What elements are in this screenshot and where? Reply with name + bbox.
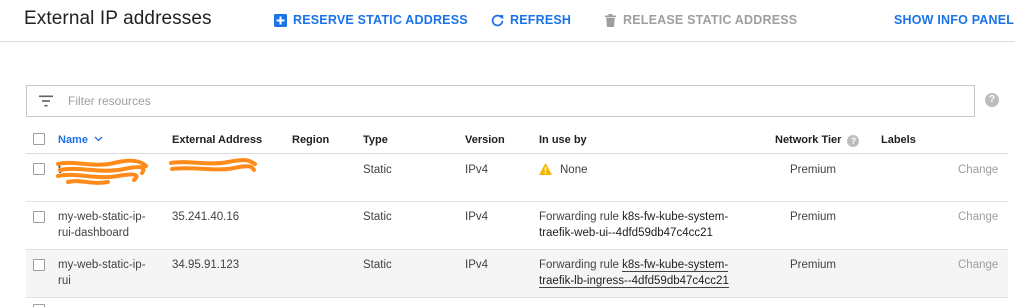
in-use-by-prefix: Forwarding rule bbox=[539, 259, 619, 271]
address-name[interactable]: my-web-static-ip- rui-dashboard bbox=[58, 209, 158, 241]
reserve-static-address-button[interactable]: RESERVE STATIC ADDRESS bbox=[274, 12, 468, 28]
address-name-line-2: rui-dashboard bbox=[58, 227, 129, 239]
filter-bar bbox=[26, 85, 975, 117]
address-version: IPv4 bbox=[465, 164, 489, 176]
column-header-network-tier: Network Tier? bbox=[775, 134, 860, 147]
address-version: IPv4 bbox=[465, 259, 489, 271]
table-row[interactable]: my-web-static-ip- rui 34.95.91.123 Stati… bbox=[26, 250, 1008, 298]
help-icon[interactable]: ? bbox=[847, 135, 860, 147]
refresh-label: REFRESH bbox=[510, 13, 572, 27]
filter-icon bbox=[39, 95, 53, 107]
address-type: Static bbox=[363, 259, 392, 271]
help-icon[interactable]: ? bbox=[985, 93, 999, 107]
plus-box-icon bbox=[274, 13, 287, 27]
page-title: External IP addresses bbox=[24, 8, 212, 29]
trash-icon bbox=[605, 13, 616, 27]
network-tier-label: Network Tier bbox=[775, 134, 842, 146]
warning-icon bbox=[539, 163, 552, 175]
release-static-address-label: RELEASE STATIC ADDRESS bbox=[623, 13, 798, 27]
column-header-labels: Labels bbox=[881, 134, 916, 146]
column-header-name[interactable]: Name bbox=[58, 134, 103, 146]
table-header: Name External Address Region Type Versio… bbox=[26, 125, 1008, 154]
column-header-in-use-by: In use by bbox=[539, 134, 587, 146]
external-address: 35.241.40.16 bbox=[172, 211, 240, 223]
reserve-static-address-label: RESERVE STATIC ADDRESS bbox=[293, 13, 468, 27]
forwarding-rule-link[interactable]: k8s-fw-kube-system- bbox=[622, 259, 729, 272]
toolbar: External IP addresses RESERVE STATIC ADD… bbox=[0, 0, 1015, 42]
address-type: Static bbox=[363, 211, 392, 223]
refresh-icon bbox=[491, 14, 504, 26]
table-row[interactable]: t Static IPv4 None Premium Change bbox=[26, 154, 1008, 202]
network-tier: Premium bbox=[790, 164, 837, 176]
filter-input[interactable] bbox=[68, 94, 948, 108]
external-address: 34.95.91.123 bbox=[172, 259, 240, 271]
in-use-by-text: None bbox=[560, 164, 588, 176]
select-all-checkbox[interactable] bbox=[33, 133, 45, 145]
table-row[interactable]: my-web-static-ip- rui-dashboard 35.241.4… bbox=[26, 202, 1008, 250]
column-name-label: Name bbox=[58, 134, 88, 146]
refresh-button[interactable]: REFRESH bbox=[491, 12, 571, 28]
address-name-line-1: my-web-static-ip- bbox=[58, 211, 146, 223]
column-header-version: Version bbox=[465, 134, 505, 146]
change-tier-link[interactable]: Change bbox=[958, 162, 998, 178]
in-use-by: Forwarding rule k8s-fw-kube-system- trae… bbox=[539, 257, 759, 289]
address-version: IPv4 bbox=[465, 211, 489, 223]
address-type: Static bbox=[363, 164, 392, 176]
column-header-external-address: External Address bbox=[172, 134, 263, 146]
change-tier-link[interactable]: Change bbox=[958, 209, 998, 225]
row-checkbox[interactable] bbox=[33, 163, 45, 175]
change-tier-link[interactable]: Change bbox=[958, 257, 998, 273]
row-checkbox[interactable] bbox=[33, 211, 45, 223]
chevron-down-icon bbox=[94, 136, 103, 142]
ip-address-table: Name External Address Region Type Versio… bbox=[26, 125, 1008, 307]
redaction-scribble bbox=[169, 158, 257, 172]
forwarding-rule-link-line-2[interactable]: traefik-web-ui--4dfd59db47c4cc21 bbox=[539, 225, 759, 241]
show-info-panel-button[interactable]: SHOW INFO PANEL bbox=[894, 12, 1014, 28]
network-tier: Premium bbox=[790, 259, 837, 271]
network-tier: Premium bbox=[790, 211, 837, 223]
table-row[interactable] bbox=[26, 298, 1008, 307]
address-name[interactable]: my-web-static-ip- rui bbox=[58, 257, 158, 289]
forwarding-rule-link-line-2[interactable]: traefik-lb-ingress--4dfd59db47c4cc21 bbox=[539, 275, 729, 288]
row-checkbox[interactable] bbox=[33, 259, 45, 271]
in-use-by: Forwarding rule k8s-fw-kube-system- trae… bbox=[539, 209, 759, 241]
in-use-by: None bbox=[539, 162, 759, 178]
in-use-by-prefix: Forwarding rule bbox=[539, 211, 619, 223]
address-name-line-2: rui bbox=[58, 275, 71, 287]
forwarding-rule-link[interactable]: k8s-fw-kube-system- bbox=[622, 211, 728, 223]
address-name-line-1: my-web-static-ip- bbox=[58, 259, 146, 271]
redaction-scribble bbox=[56, 158, 148, 185]
release-static-address-button[interactable]: RELEASE STATIC ADDRESS bbox=[604, 12, 797, 28]
column-header-region: Region bbox=[292, 134, 330, 146]
column-header-type: Type bbox=[363, 134, 388, 146]
